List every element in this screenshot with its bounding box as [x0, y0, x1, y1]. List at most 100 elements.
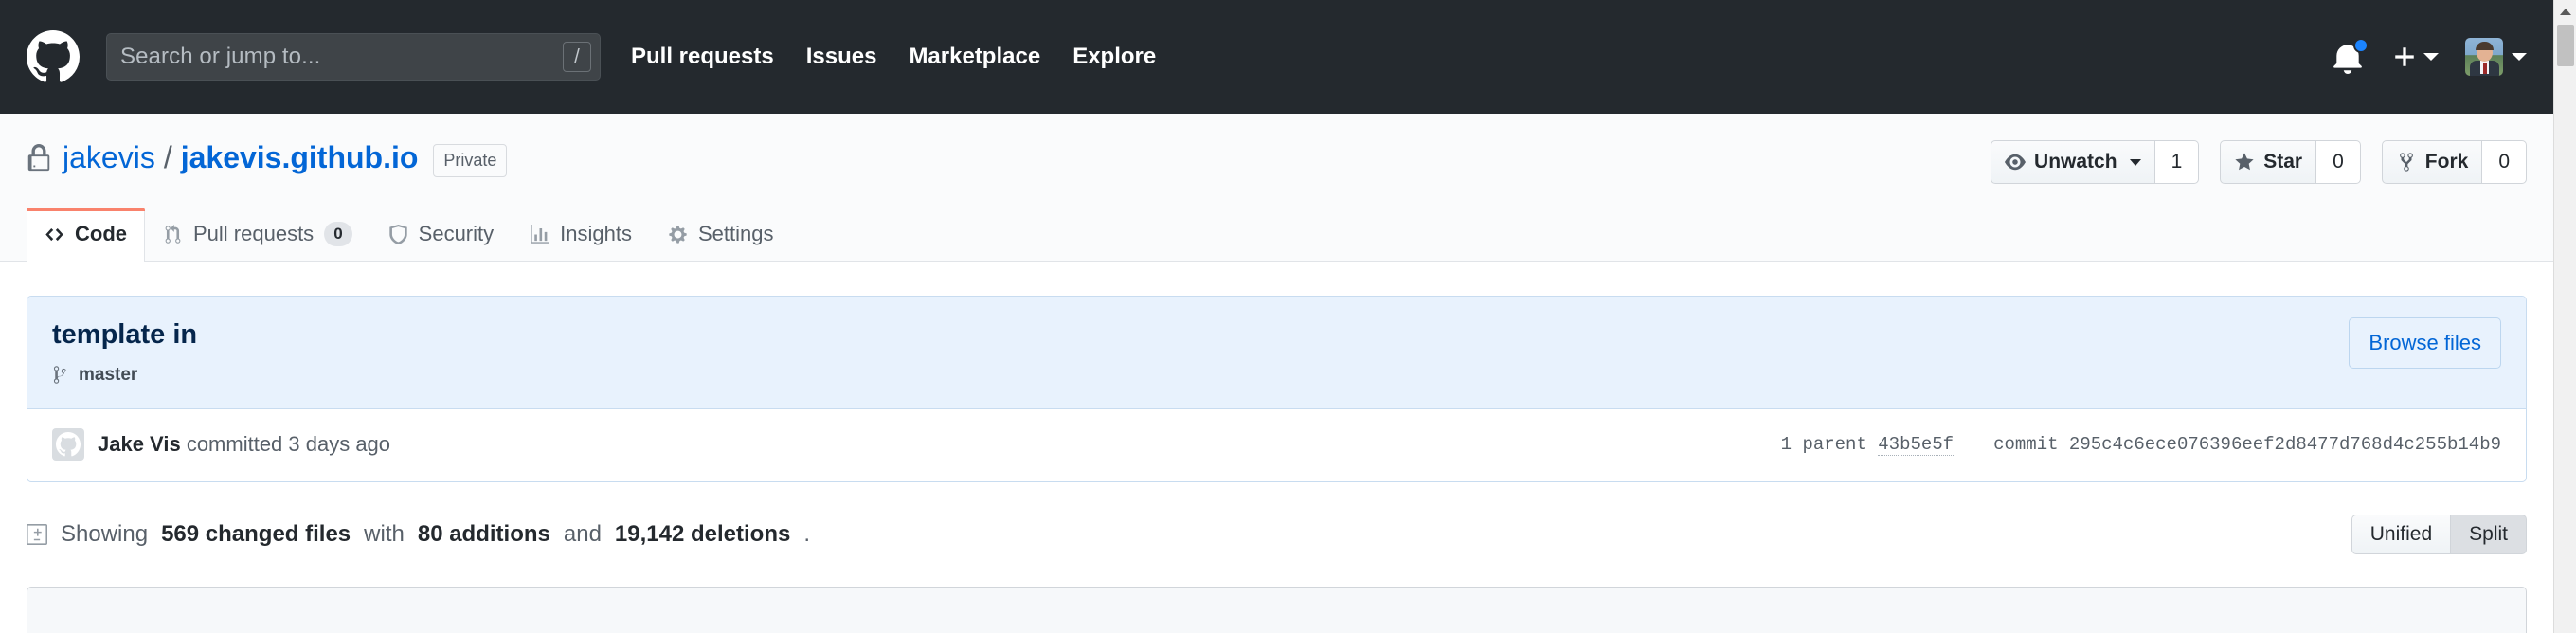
graph-icon [531, 224, 550, 244]
diffstat-and: and [563, 520, 602, 547]
parent-sha-block: 1 parent 43b5e5f [1780, 433, 1955, 456]
committer-info: Jake Vis committed 3 days ago [52, 427, 390, 461]
repository-header: jakevis / jakevis.github.io Private Unwa… [0, 114, 2553, 262]
tab-security[interactable]: Security [370, 208, 512, 262]
commit-sha-block: commit 295c4c6ece076396eef2d8477d768d4c2… [1993, 434, 2501, 455]
breadcrumb-owner[interactable]: jakevis [63, 140, 155, 175]
commit-sha[interactable]: 295c4c6ece076396eef2d8477d768d4c255b14b9 [2069, 434, 2501, 455]
tab-settings[interactable]: Settings [650, 208, 792, 262]
commit-sha-info: 1 parent 43b5e5f commit 295c4c6ece076396… [1780, 433, 2501, 456]
star-icon [2235, 153, 2254, 171]
search-shortcut-badge: / [563, 42, 591, 72]
diffstat-changed-files: 569 changed files [161, 520, 351, 547]
commit-header-left: template in master [52, 317, 197, 385]
code-icon [45, 227, 63, 241]
repository-header-top: jakevis / jakevis.github.io Private Unwa… [27, 140, 2527, 184]
commit-branch-label: master [79, 364, 138, 385]
github-avatar-icon [56, 431, 81, 456]
tab-insights[interactable]: Insights [512, 208, 650, 262]
tab-pull-requests-label: Pull requests [193, 222, 315, 246]
nav-item-marketplace[interactable]: Marketplace [909, 44, 1040, 70]
chevron-down-icon [2423, 53, 2439, 61]
search-placeholder: Search or jump to... [120, 44, 321, 69]
screenshot-root: Search or jump to... / Pull requests Iss… [0, 0, 2576, 633]
browse-files-button[interactable]: Browse files [2349, 317, 2501, 370]
committer-text: Jake Vis committed 3 days ago [98, 432, 390, 457]
global-nav: Pull requests Issues Marketplace Explore [631, 44, 1156, 70]
committer-time: committed 3 days ago [186, 431, 391, 456]
commit-message-title: template in [52, 319, 198, 351]
parent-sha[interactable]: 43b5e5f [1878, 433, 1955, 456]
scrollbar-thumb[interactable] [2556, 25, 2574, 66]
nav-item-explore[interactable]: Explore [1072, 44, 1156, 70]
visibility-badge: Private [433, 144, 508, 177]
breadcrumb-separator: / [163, 140, 172, 174]
tab-pull-requests[interactable]: Pull requests 0 [145, 208, 370, 262]
diffstat-deletions: 19,142 deletions [614, 520, 791, 547]
diff-file-icon [27, 523, 47, 545]
watch-count[interactable]: 1 [2154, 140, 2200, 184]
commit-meta-row: Jake Vis committed 3 days ago 1 parent 4… [27, 407, 2526, 481]
diff-view-toggle: Unified Split [2351, 514, 2527, 554]
repository-tabs: Code Pull requests 0 Security Insights S… [27, 207, 2527, 262]
global-header: Search or jump to... / Pull requests Iss… [0, 0, 2553, 114]
breadcrumb-repo-name[interactable]: jakevis.github.io [181, 140, 419, 175]
star-count[interactable]: 0 [2316, 140, 2361, 184]
fork-label: Fork [2424, 151, 2469, 172]
unwatch-button[interactable]: Unwatch [1991, 140, 2155, 184]
notifications-button[interactable] [2332, 38, 2369, 76]
parent-label: 1 parent [1780, 433, 1867, 455]
chevron-down-icon [2512, 53, 2527, 61]
repository-actions: Unwatch 1 Star 0 Fork 0 [1991, 140, 2527, 184]
diffstat-additions: 80 additions [417, 520, 550, 547]
notification-unread-dot [2353, 38, 2369, 53]
watch-button-group: Unwatch 1 [1991, 140, 2200, 184]
fork-icon [2399, 153, 2413, 172]
star-button-group: Star 0 [2220, 140, 2361, 184]
page-scrollbar[interactable] [2553, 0, 2576, 633]
chevron-down-icon [2129, 158, 2141, 166]
diff-view-unified[interactable]: Unified [2351, 514, 2452, 554]
fork-button-group: Fork 0 [2381, 140, 2527, 184]
diffstat-showing: Showing [61, 520, 149, 547]
tab-code-label: Code [75, 222, 127, 246]
commit-label: commit [1993, 433, 2059, 455]
file-diff-panel [27, 586, 2527, 633]
star-button[interactable]: Star [2220, 140, 2317, 184]
tab-pull-requests-count: 0 [324, 222, 352, 247]
commit-branch: master [52, 365, 197, 386]
star-label: Star [2263, 151, 2303, 172]
diffstat-row: Showing 569 changed files with 80 additi… [0, 482, 2553, 554]
tab-settings-label: Settings [697, 222, 774, 246]
create-new-button[interactable] [2392, 45, 2439, 69]
nav-item-pull-requests[interactable]: Pull requests [631, 44, 774, 70]
fork-button[interactable]: Fork [2381, 140, 2483, 184]
tab-security-label: Security [418, 222, 495, 246]
git-pull-request-icon [165, 224, 181, 244]
shield-icon [388, 224, 407, 244]
git-branch-icon [53, 366, 67, 384]
unwatch-label: Unwatch [2034, 151, 2117, 172]
tab-code[interactable]: Code [27, 208, 145, 262]
gear-icon [669, 226, 687, 244]
committer-avatar [52, 427, 84, 461]
lock-icon [27, 143, 51, 172]
diffstat-period: . [803, 520, 811, 547]
github-logo-icon[interactable] [27, 30, 80, 83]
header-actions [2332, 38, 2527, 76]
breadcrumb: jakevis / jakevis.github.io Private [27, 140, 508, 177]
search-input[interactable]: Search or jump to... / [106, 33, 601, 81]
diffstat-with: with [364, 520, 405, 547]
fork-count[interactable]: 0 [2482, 140, 2527, 184]
tab-insights-label: Insights [560, 222, 632, 246]
plus-icon [2395, 47, 2414, 66]
nav-item-issues[interactable]: Issues [806, 44, 877, 70]
scroll-up-arrow-icon[interactable] [2554, 0, 2576, 23]
browser-page: Search or jump to... / Pull requests Iss… [0, 0, 2553, 633]
committer-name[interactable]: Jake Vis [98, 432, 181, 456]
account-menu-button[interactable] [2465, 38, 2527, 76]
commit-header: template in master Browse files [27, 297, 2526, 408]
eye-icon [2005, 154, 2027, 171]
commit-summary-box: template in master Browse files Jake Vis… [27, 296, 2527, 482]
diff-view-split[interactable]: Split [2451, 514, 2527, 554]
